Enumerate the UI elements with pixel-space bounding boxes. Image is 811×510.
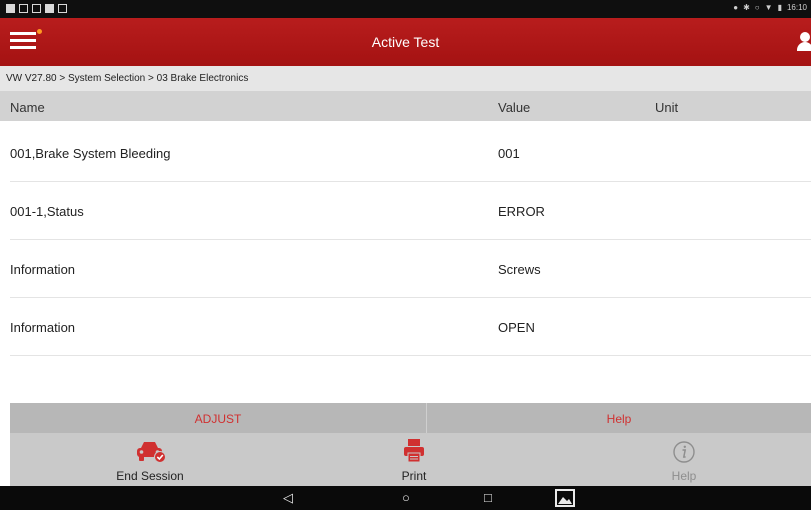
home-circle-icon[interactable]: ○ — [402, 490, 410, 505]
table-header: Name Value Unit — [0, 91, 811, 121]
row-value: Screws — [498, 262, 541, 277]
alarm-icon: ○ — [754, 3, 760, 12]
breadcrumb: VW V27.80 > System Selection > 03 Brake … — [0, 66, 811, 91]
row-value: OPEN — [498, 320, 535, 335]
gallery-icon[interactable] — [555, 489, 575, 507]
adjust-button[interactable]: ADJUST — [10, 412, 426, 426]
wifi-icon: ▼ — [764, 3, 773, 12]
print-button[interactable]: Print — [334, 433, 494, 486]
row-name: Information — [10, 320, 76, 335]
table-row[interactable]: Information OPEN — [10, 298, 811, 356]
clock-text: 16:10 — [786, 3, 807, 12]
cast-icon — [58, 4, 67, 13]
help-button[interactable]: Help — [604, 433, 764, 486]
info-icon — [673, 441, 695, 463]
row-value: 001 — [498, 146, 520, 161]
bluetooth-icon: ✱ — [743, 3, 750, 12]
help-action-button[interactable]: Help — [427, 412, 811, 426]
battery-icon: ▮ — [777, 3, 782, 12]
android-nav-bar: ◁ ○ □ — [0, 486, 811, 510]
notification-icons — [6, 4, 67, 13]
row-name: 001-1,Status — [10, 204, 84, 219]
column-header-value: Value — [498, 100, 531, 115]
notification-icon — [45, 4, 54, 13]
column-header-name: Name — [10, 100, 45, 115]
table-row[interactable]: Information Screws — [10, 240, 811, 298]
end-session-label: End Session — [116, 469, 184, 483]
user-icon[interactable] — [797, 32, 811, 52]
action-bar: ADJUST Help — [10, 403, 811, 433]
end-session-button[interactable]: End Session — [70, 433, 230, 486]
status-icons: ● ✱ ○ ▼ ▮ 16:10 — [733, 3, 807, 12]
system-status-bar: ● ✱ ○ ▼ ▮ 16:10 — [0, 0, 811, 18]
car-check-icon — [137, 442, 166, 463]
notification-icon — [6, 4, 15, 13]
location-icon: ● — [733, 3, 739, 12]
recent-square-icon[interactable]: □ — [484, 490, 492, 505]
row-name: 001,Brake System Bleeding — [10, 146, 171, 161]
notification-icon — [19, 4, 28, 13]
column-header-unit: Unit — [655, 100, 679, 115]
print-label: Print — [401, 469, 427, 483]
table-row[interactable]: 001,Brake System Bleeding 001 — [10, 124, 811, 182]
table-row[interactable]: 001-1,Status ERROR — [10, 182, 811, 240]
app-header: Active Test — [0, 18, 811, 66]
shield-icon — [32, 4, 41, 13]
printer-icon — [404, 439, 424, 463]
help-label: Help — [671, 469, 697, 483]
bottom-toolbar: End Session Print Help — [10, 433, 811, 486]
back-triangle-icon[interactable]: ◁ — [283, 490, 293, 506]
row-name: Information — [10, 262, 76, 277]
page-title: Active Test — [371, 34, 440, 50]
row-value: ERROR — [498, 204, 545, 219]
